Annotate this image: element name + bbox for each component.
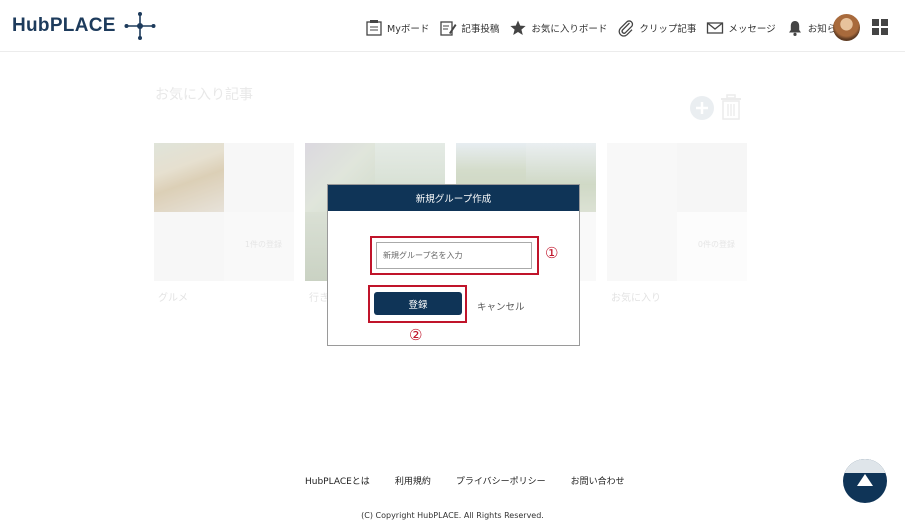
bell-icon bbox=[786, 19, 804, 37]
header-nav: Myボード 記事投稿 お気に入りボード クリップ記事 メッセージ お知らせ bbox=[365, 17, 856, 39]
footer-link-privacy[interactable]: プライバシーポリシー bbox=[456, 474, 546, 487]
scroll-to-top-button[interactable] bbox=[843, 459, 887, 503]
footer-link-contact[interactable]: お問い合わせ bbox=[571, 474, 625, 487]
cancel-button[interactable]: キャンセル bbox=[477, 299, 525, 313]
annotation-number-1: ① bbox=[545, 244, 559, 262]
nav-label: クリップ記事 bbox=[639, 24, 697, 35]
nav-clip-articles[interactable]: クリップ記事 bbox=[617, 19, 696, 37]
scroll-top-band bbox=[843, 459, 887, 473]
nav-my-board[interactable]: Myボード bbox=[365, 19, 429, 37]
logo-text: HubPLACE bbox=[12, 15, 116, 36]
dialog-title: 新規グループ作成 bbox=[328, 185, 579, 211]
nav-label: Myボード bbox=[387, 24, 430, 35]
logo[interactable]: HubPLACE bbox=[12, 12, 156, 40]
annotation-number-2: ② bbox=[409, 326, 423, 344]
star-icon bbox=[509, 19, 527, 37]
nav-label: 記事投稿 bbox=[461, 24, 500, 35]
user-avatar[interactable] bbox=[833, 14, 860, 41]
new-group-dialog: 新規グループ作成 ① 登録 キャンセル ② bbox=[327, 184, 580, 346]
logo-cross-icon bbox=[124, 12, 156, 40]
footer-links: HubPLACEとは 利用規約 プライバシーポリシー お問い合わせ bbox=[305, 474, 650, 487]
mail-icon bbox=[706, 19, 724, 37]
edit-icon bbox=[439, 19, 457, 37]
nav-label: お気に入りボード bbox=[531, 24, 608, 35]
nav-post-article[interactable]: 記事投稿 bbox=[439, 19, 499, 37]
copyright-text: (C) Copyright HubPLACE. All Rights Reser… bbox=[361, 511, 544, 520]
nav-label: メッセージ bbox=[728, 24, 776, 35]
annotation-box-1 bbox=[370, 236, 539, 275]
nav-messages[interactable]: メッセージ bbox=[706, 19, 776, 37]
app-header: HubPLACE Myボード 記事投稿 お気に入りボード クリップ記事 メッセー… bbox=[0, 0, 905, 52]
register-button[interactable]: 登録 bbox=[374, 292, 462, 315]
arrow-up-icon bbox=[857, 474, 873, 486]
board-icon bbox=[365, 19, 383, 37]
grid-menu-icon[interactable] bbox=[872, 19, 888, 35]
footer-link-about[interactable]: HubPLACEとは bbox=[305, 474, 370, 487]
paperclip-icon bbox=[617, 19, 635, 37]
footer-link-terms[interactable]: 利用規約 bbox=[395, 474, 431, 487]
nav-favorite-board[interactable]: お気に入りボード bbox=[509, 19, 607, 37]
